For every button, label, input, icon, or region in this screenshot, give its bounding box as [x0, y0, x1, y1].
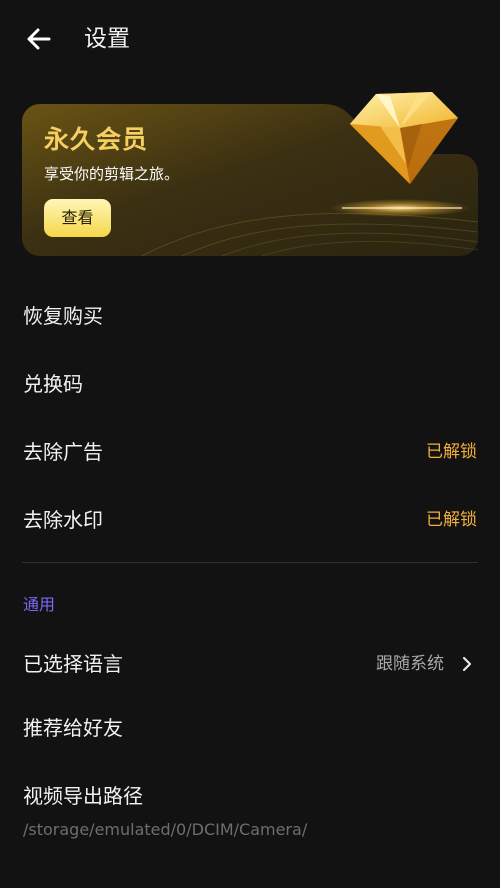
row-label: 视频导出路径	[23, 784, 143, 808]
arrow-left-icon	[27, 28, 51, 50]
unlocked-status: 已解锁	[426, 510, 477, 530]
vip-banner[interactable]: 永久会员 享受你的剪辑之旅。 查看	[22, 92, 478, 256]
vip-subtitle: 享受你的剪辑之旅。	[44, 165, 180, 183]
row-label: 已选择语言	[23, 652, 123, 676]
unlocked-status: 已解锁	[426, 442, 477, 462]
chevron-right-icon	[462, 656, 472, 672]
export-path-item[interactable]: 视频导出路径 /storage/emulated/0/DCIM/Camera/	[0, 768, 500, 848]
row-label: 兑换码	[23, 372, 83, 396]
restore-purchase-item[interactable]: 恢复购买	[0, 286, 500, 346]
settings-page: 设置 永久会员 享受你的剪辑之旅。 查看 恢复购买 兑换码 去除广告 已解锁 去…	[0, 0, 500, 888]
divider	[22, 562, 478, 563]
language-value: 跟随系统	[376, 654, 444, 674]
row-label: 去除广告	[23, 440, 103, 464]
diamond-icon	[340, 84, 464, 196]
page-title: 设置	[84, 26, 130, 52]
top-bar: 设置	[0, 0, 500, 80]
row-label: 去除水印	[23, 508, 103, 532]
section-title-general: 通用	[23, 595, 56, 614]
remove-watermark-item[interactable]: 去除水印 已解锁	[0, 490, 500, 550]
back-button[interactable]	[22, 22, 56, 56]
redeem-code-item[interactable]: 兑换码	[0, 354, 500, 414]
remove-ads-item[interactable]: 去除广告 已解锁	[0, 422, 500, 482]
row-label: 推荐给好友	[23, 716, 123, 740]
language-item[interactable]: 已选择语言 跟随系统	[0, 634, 500, 694]
view-vip-button[interactable]: 查看	[44, 199, 111, 237]
export-path-value: /storage/emulated/0/DCIM/Camera/	[23, 820, 308, 839]
vip-title: 永久会员	[44, 125, 149, 154]
recommend-item[interactable]: 推荐给好友	[0, 700, 500, 760]
row-label: 恢复购买	[23, 304, 103, 328]
